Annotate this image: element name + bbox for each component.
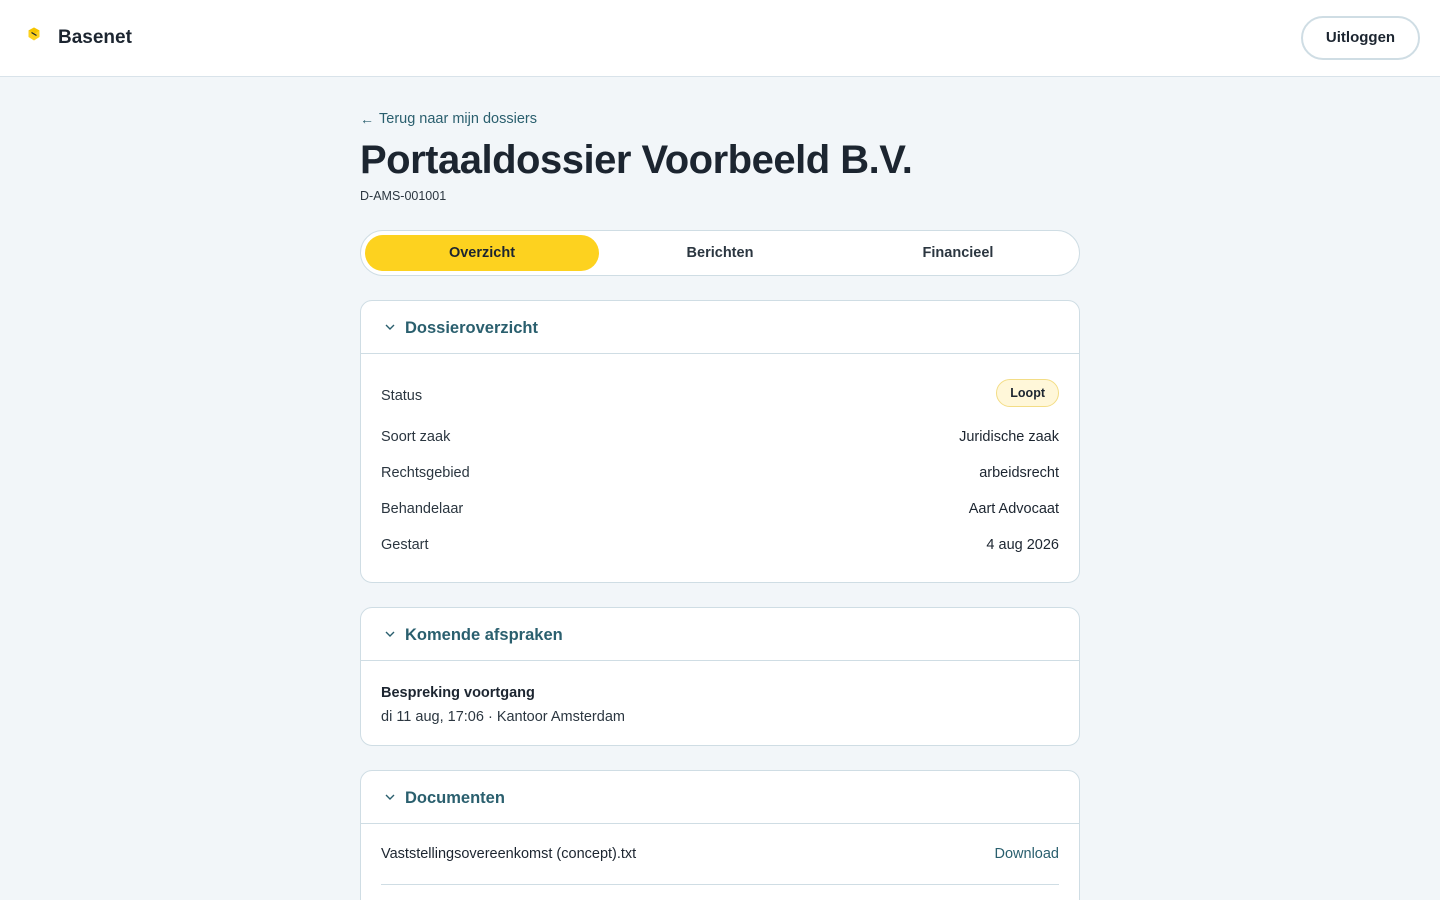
detail-value: arbeidsrecht — [979, 465, 1059, 481]
overview-card-title: Dossieroverzicht — [405, 319, 538, 337]
detail-label: Rechtsgebied — [381, 465, 470, 481]
detail-row: Soort zaak Juridische zaak — [381, 427, 1059, 447]
appointments-card-header[interactable]: Komende afspraken — [361, 608, 1079, 661]
chevron-down-icon — [385, 631, 395, 637]
back-to-dossiers-link[interactable]: ← Terug naar mijn dossiers — [360, 109, 537, 129]
detail-row: Behandelaar Aart Advocaat — [381, 499, 1059, 519]
documents-card: Documenten Vaststellingsovereenkomst (co… — [360, 770, 1080, 900]
document-download-link[interactable]: Download — [995, 844, 1060, 864]
basenet-logo-icon — [26, 26, 42, 42]
documents-card-header[interactable]: Documenten — [361, 771, 1079, 824]
detail-row: Gestart 4 aug 2026 — [381, 535, 1059, 555]
appointment-detail: di 11 aug, 17:06 · Kantoor Amsterdam — [381, 709, 625, 725]
brand-name: Basenet — [58, 27, 132, 48]
status-row: Status Loopt — [381, 379, 1059, 407]
logout-button[interactable]: Uitloggen — [1301, 16, 1420, 60]
top-bar: Basenet Uitloggen — [0, 0, 1440, 77]
status-label: Status — [381, 388, 423, 404]
appointment-title: Bespreking voortgang — [381, 685, 535, 701]
tab-berichten[interactable]: Berichten — [603, 235, 837, 271]
divider — [381, 884, 1059, 885]
tab-financieel[interactable]: Financieel — [841, 235, 1075, 271]
detail-row: Rechtsgebied arbeidsrecht — [381, 463, 1059, 483]
detail-value: Juridische zaak — [959, 429, 1059, 445]
brand-logo[interactable]: Basenet — [26, 26, 132, 48]
documents-card-title: Documenten — [405, 789, 505, 807]
detail-value: Aart Advocaat — [968, 501, 1059, 517]
detail-value: 4 aug 2026 — [986, 537, 1059, 553]
appointments-card: Komende afspraken Bespreking voortgang d… — [360, 607, 1080, 746]
dossier-code: D-AMS-001001 — [360, 189, 447, 203]
page-title: Portaaldossier Voorbeeld B.V. — [360, 138, 913, 182]
detail-label: Soort zaak — [381, 429, 451, 445]
appointments-card-title: Komende afspraken — [405, 626, 563, 644]
overview-card-header[interactable]: Dossieroverzicht — [361, 301, 1079, 354]
tab-overzicht[interactable]: Overzicht — [365, 235, 599, 271]
chevron-down-icon — [385, 794, 395, 800]
chevron-down-icon — [385, 324, 395, 330]
detail-label: Gestart — [381, 537, 429, 553]
document-name: Vaststellingsovereenkomst (concept).txt — [381, 846, 637, 862]
dossier-tabs: Overzicht Berichten Financieel — [360, 230, 1080, 276]
arrow-left-icon: ← — [360, 111, 374, 127]
overview-card: Dossieroverzicht Status Loopt Soort zaak… — [360, 300, 1080, 583]
back-link-label: Terug naar mijn dossiers — [379, 111, 537, 127]
detail-label: Behandelaar — [381, 501, 464, 517]
status-badge: Loopt — [996, 379, 1059, 407]
